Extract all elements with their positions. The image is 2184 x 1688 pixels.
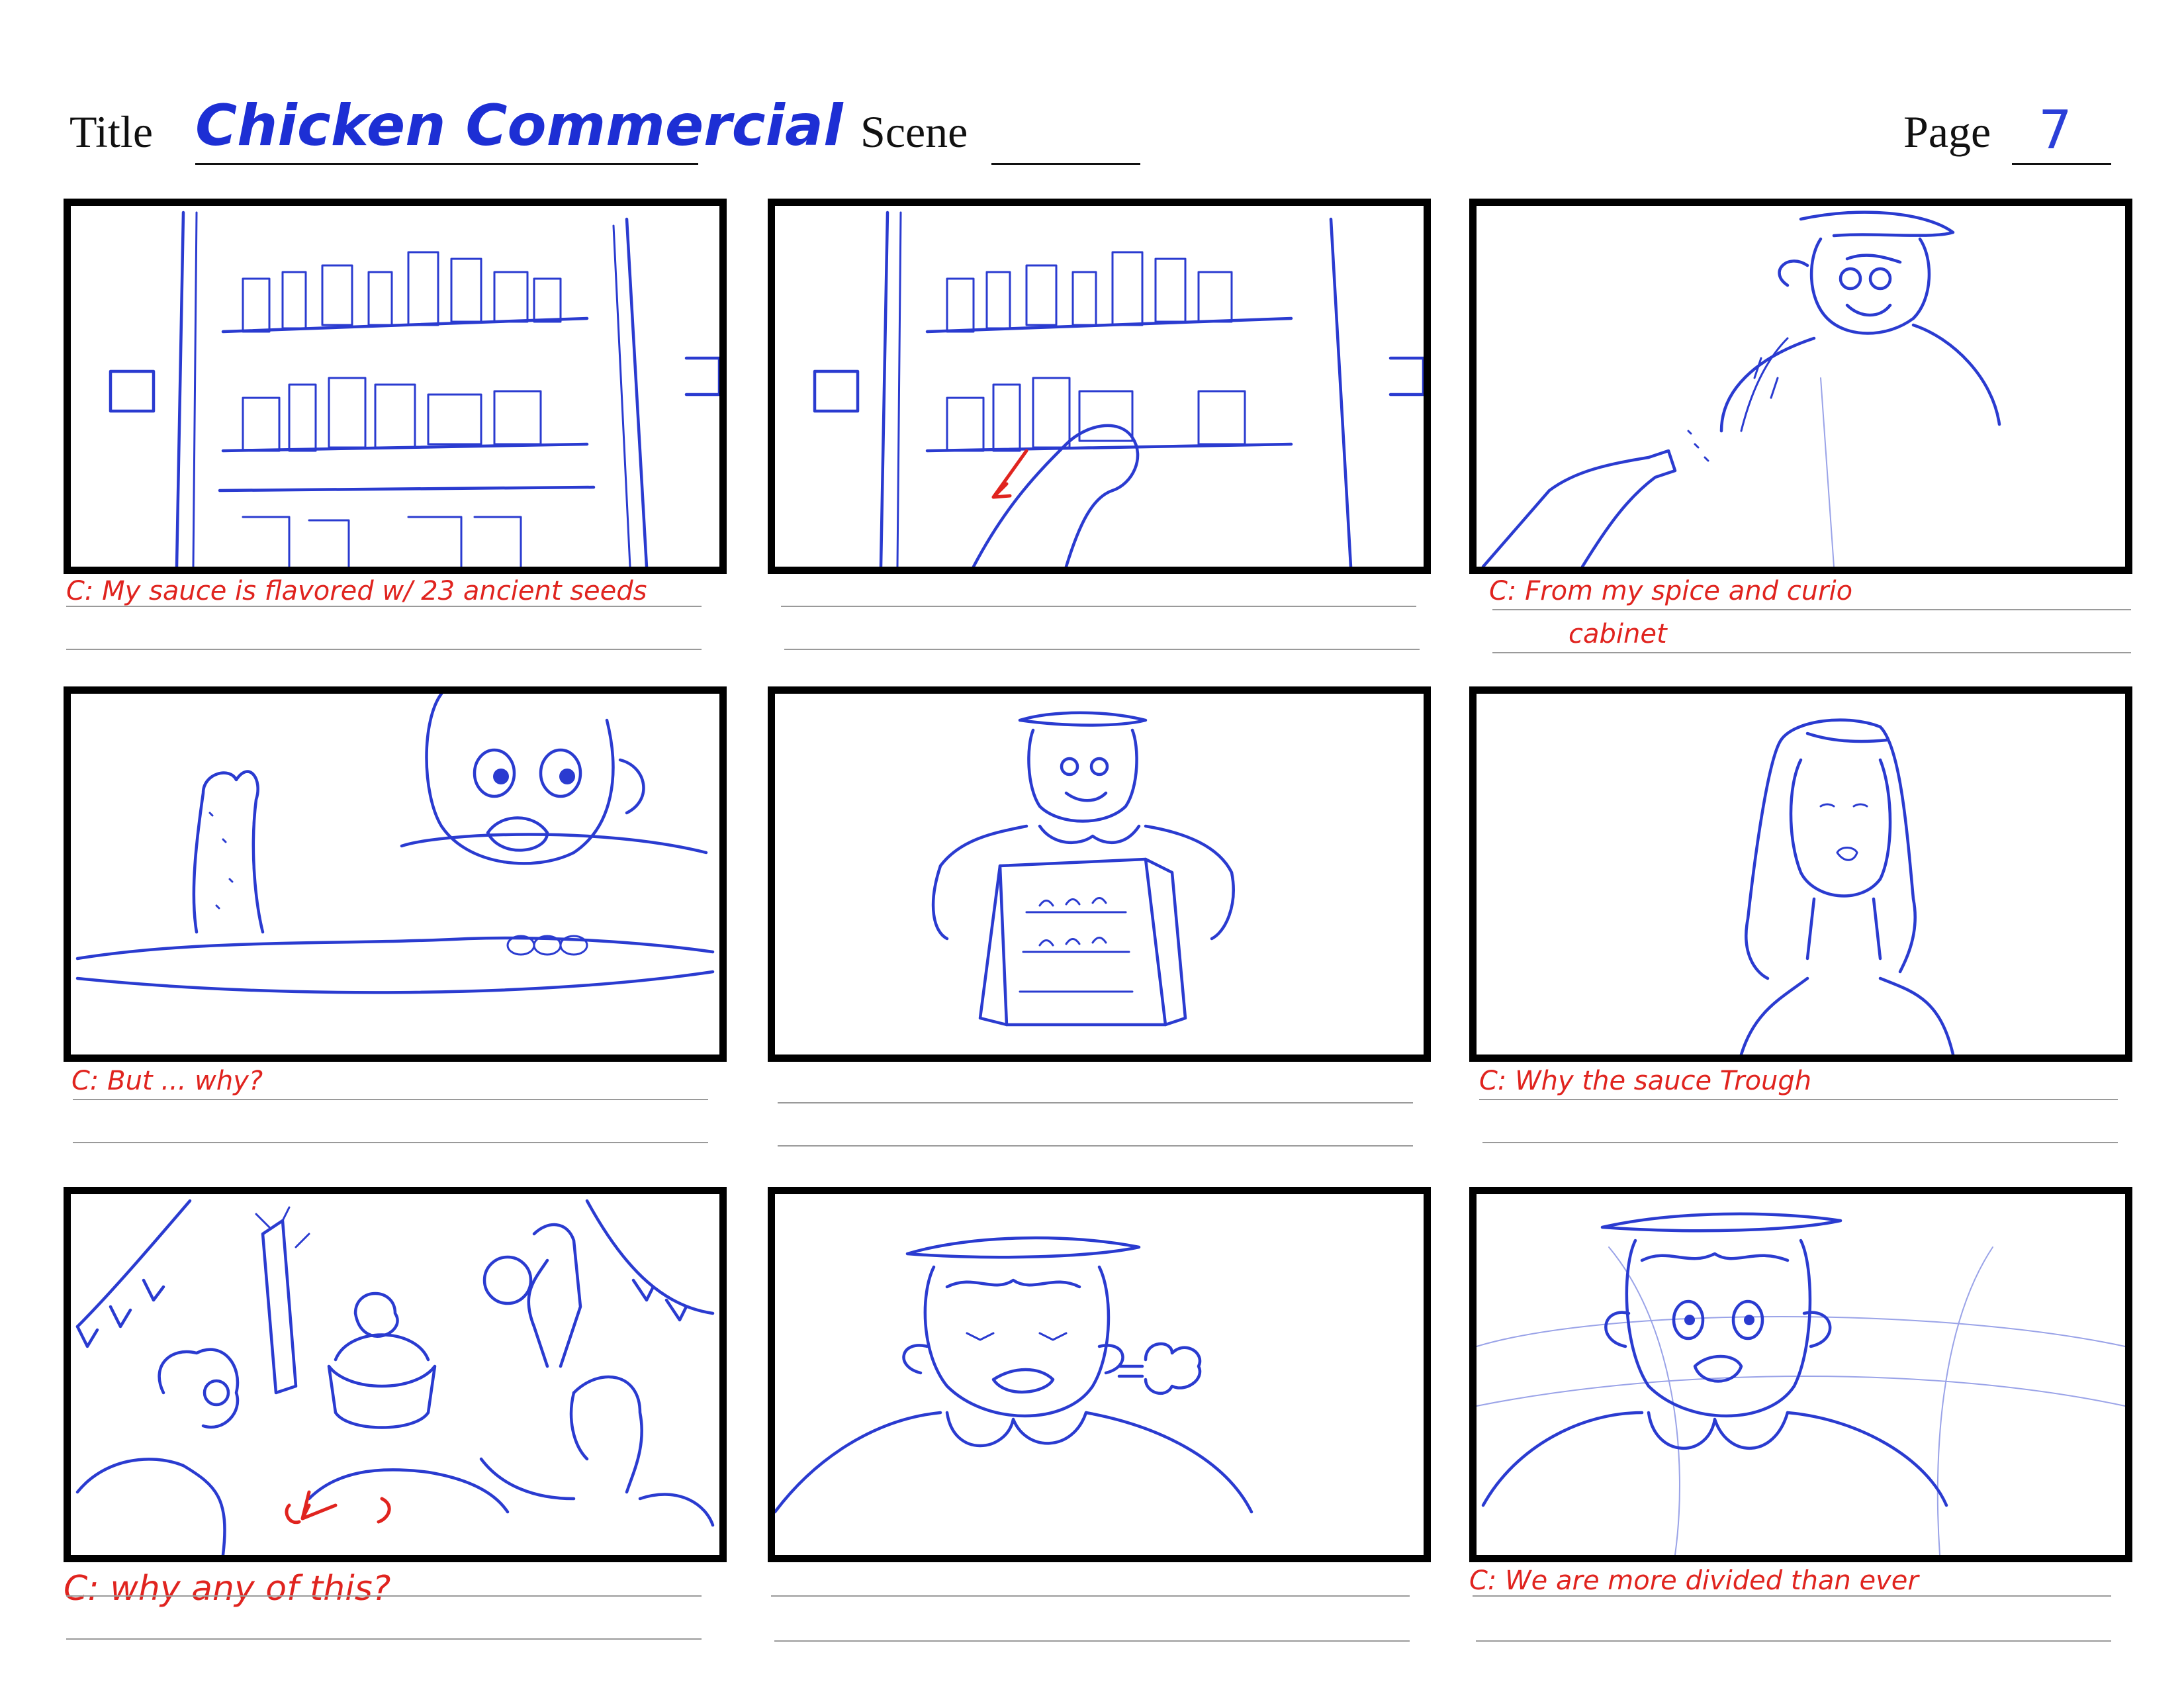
panel-3-frame: [1469, 199, 2132, 574]
panel-3-writing-line: [1492, 609, 2131, 610]
page-underline: [2012, 163, 2111, 165]
panel-5-writing-line: [778, 1145, 1413, 1147]
panel-4-sketch-chef-trough: [75, 694, 715, 994]
panel-8-writing-line: [771, 1595, 1410, 1597]
title-label: Title: [69, 107, 154, 157]
panel-6-writing-line: [1482, 1142, 2118, 1143]
panel-4-caption: C: But ... why?: [71, 1066, 263, 1096]
title-value: Chicken Commercial: [195, 93, 843, 159]
panel-1-writing-line: [66, 649, 702, 650]
panel-2-frame: [768, 199, 1431, 574]
panel-2-writing-line: [781, 606, 1416, 607]
panel-4-frame: [64, 686, 727, 1062]
panel-6-frame: [1469, 686, 2132, 1062]
panel-1-writing-line: [66, 606, 702, 607]
panel-8-writing-line: [774, 1640, 1410, 1642]
panel-6-sketch-woman: [1739, 718, 1955, 1055]
panel-7-writing-line: [66, 1595, 702, 1597]
panel-2-sketch-shelf-hand: [813, 211, 1424, 567]
panel-1-frame: [64, 199, 727, 574]
panel-4-writing-line: [73, 1142, 708, 1143]
panel-4-writing-line: [73, 1099, 708, 1100]
title-underline: [195, 163, 698, 165]
panel-8-sketch-chef-sigh: [775, 1236, 1253, 1514]
panel-3-caption-line2: cabinet: [1569, 619, 1667, 649]
panel-9-writing-line: [1476, 1640, 2111, 1642]
panel-5-sketch-chef-cabinet: [931, 711, 1235, 1027]
panel-3-sketch-chef-bottle: [1481, 211, 2001, 567]
panel-6-writing-line: [1479, 1099, 2118, 1100]
panel-3-caption: C: From my spice and curio: [1489, 576, 1853, 606]
panel-7-writing-line: [66, 1638, 702, 1640]
panel-5-writing-line: [778, 1102, 1413, 1103]
panel-9-sketch-chef-worried: [1477, 1212, 2125, 1555]
panel-1-sketch-shelf: [109, 211, 719, 567]
page-label: Page: [1903, 107, 1991, 157]
scene-underline: [991, 163, 1140, 165]
panel-6-caption: C: Why the sauce Trough: [1479, 1066, 1812, 1096]
panel-8-frame: [768, 1187, 1431, 1562]
panel-7-caption: C: why any of this?: [64, 1569, 391, 1609]
panel-9-caption: C: We are more divided than ever: [1469, 1566, 1919, 1596]
page-value: 7: [2038, 99, 2072, 161]
panel-2-writing-line: [784, 649, 1420, 650]
panel-7-frame: [64, 1187, 727, 1562]
panel-5-frame: [768, 686, 1431, 1062]
panel-7-sketch-party-scene: [75, 1199, 715, 1555]
panel-1-caption: C: My sauce is flavored w/ 23 ancient se…: [66, 576, 647, 606]
panel-3-writing-line: [1492, 652, 2131, 653]
panel-9-frame: [1469, 1187, 2132, 1562]
scene-label: Scene: [860, 107, 968, 157]
panel-9-writing-line: [1473, 1595, 2111, 1597]
